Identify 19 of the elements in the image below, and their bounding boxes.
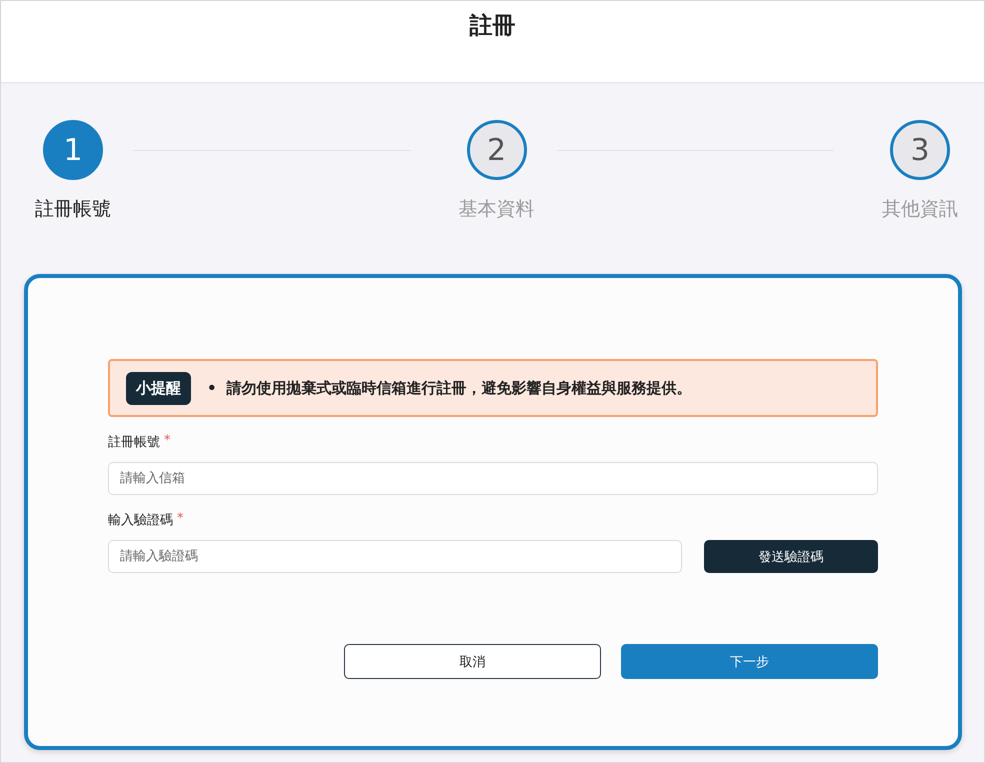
field-label: 輸入驗證碼 <box>108 512 173 529</box>
cancel-button[interactable]: 取消 <box>344 644 601 679</box>
next-button[interactable]: 下一步 <box>621 644 878 679</box>
notice-badge: 小提醒 <box>126 372 191 404</box>
step-label: 其他資訊 <box>882 197 958 222</box>
field-label: 註冊帳號 <box>108 434 160 451</box>
required-mark: * <box>164 433 170 450</box>
step-label: 基本資料 <box>458 197 534 222</box>
required-mark: * <box>177 511 184 528</box>
page-title: 註冊 <box>468 12 516 41</box>
step-label: 註冊帳號 <box>35 197 111 222</box>
step-circle: 2 <box>466 120 526 180</box>
input-field[interactable]: 請輸入驗證碼 <box>108 540 682 573</box>
input-field[interactable]: 請輸入信箱 <box>108 462 878 495</box>
step-circle: 3 <box>890 120 950 180</box>
notice-text: 請勿使用拋棄式或臨時信箱進行註冊，避免影響自身權益與服務提供。 <box>226 378 693 399</box>
step-circle: 1 <box>43 120 103 180</box>
send-code-button[interactable]: 發送驗證碼 <box>704 540 878 573</box>
bullet-mark: • <box>207 378 217 399</box>
